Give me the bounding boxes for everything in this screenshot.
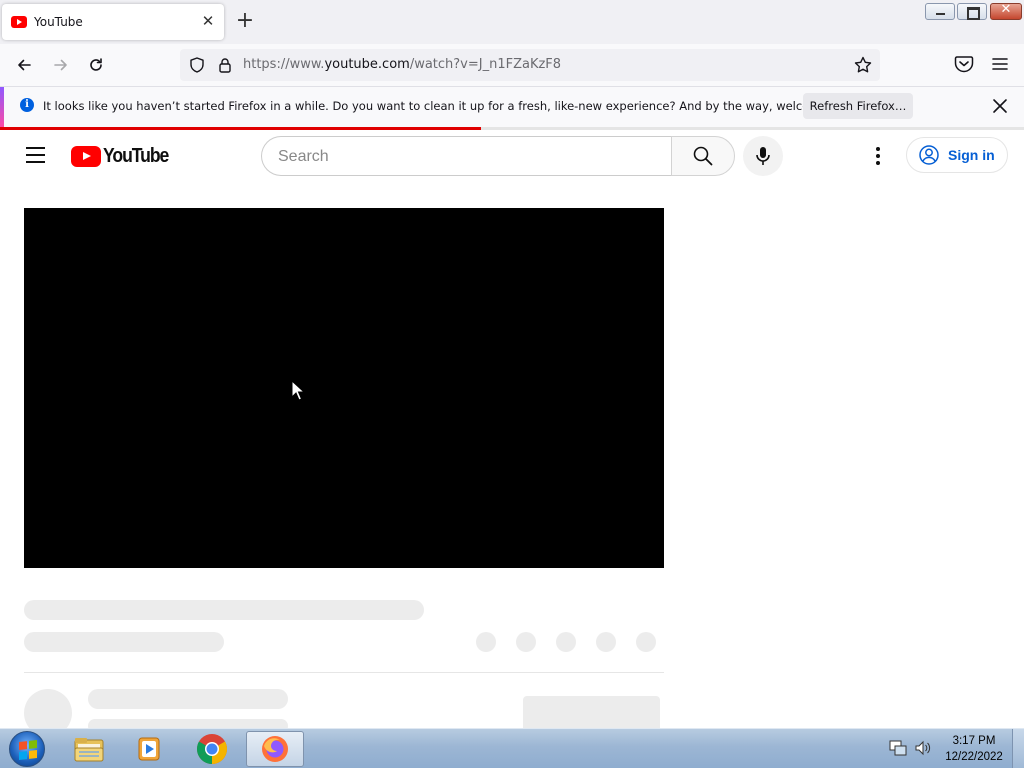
youtube-header: YouTube Sign in [0,130,1024,182]
chrome-icon [196,734,228,764]
close-window-button[interactable]: ✕ [990,2,1022,20]
lock-icon[interactable] [216,56,234,74]
back-arrow-icon [18,59,31,71]
taskbar-firefox[interactable] [246,731,304,767]
search-button[interactable] [671,136,735,176]
notification-bar: i It looks like you haven’t started Fire… [0,86,1024,128]
close-icon[interactable] [990,96,1010,116]
info-icon: i [20,98,34,112]
notification-message: It looks like you haven’t started Firefo… [43,99,864,113]
menu-icon[interactable] [989,53,1011,75]
video-player[interactable] [24,208,664,568]
shield-icon[interactable] [188,56,206,74]
skeleton-video-title [24,600,424,620]
skeleton-action-dot [596,632,616,652]
restore-window-button[interactable] [957,3,987,20]
skeleton-subscribe-button [523,696,660,732]
clock-time: 3:17 PM [952,735,996,747]
reload-button[interactable] [83,53,109,77]
sign-in-button[interactable]: Sign in [906,137,1008,173]
pocket-icon[interactable] [952,53,976,75]
skeleton-action-dot [636,632,656,652]
youtube-logo-text: YouTube [103,145,169,167]
minimize-window-button[interactable] [925,3,955,20]
more-vert-icon[interactable] [866,143,890,169]
star-icon[interactable] [853,55,873,75]
skeleton-action-dot [476,632,496,652]
search-input[interactable] [278,146,648,168]
close-tab-icon[interactable]: ✕ [200,13,216,29]
taskbar-media-player[interactable] [120,731,178,767]
taskbar-chrome[interactable] [183,731,241,767]
url-prefix: https://www. [243,57,325,72]
firefox-icon [262,736,288,762]
youtube-play-logo-icon [71,146,101,167]
url-bar[interactable]: https://www.youtube.com/watch?v=J_n1FZaK… [180,49,880,81]
start-button[interactable] [9,731,45,767]
skeleton-action-dot [556,632,576,652]
account-circle-icon [919,145,939,165]
search-box[interactable] [261,136,672,176]
taskbar: 3:17 PM 12/22/2022 [0,728,1024,768]
tab-strip: YouTube ✕ + ✕ [0,0,1024,44]
network-icon[interactable] [888,739,908,757]
url-path: /watch?v=J_n1FZaKzF8 [409,57,562,72]
notification-accent [0,87,4,128]
voice-search-button[interactable] [743,136,783,176]
folder-icon [74,738,104,762]
mouse-pointer-icon [291,380,305,401]
sign-in-label: Sign in [948,147,995,163]
youtube-logo[interactable]: YouTube [71,145,177,168]
url-text[interactable]: https://www.youtube.com/watch?v=J_n1FZaK… [243,57,561,72]
new-tab-button[interactable]: + [234,10,256,32]
search-icon [693,146,713,166]
taskbar-explorer[interactable] [60,731,118,767]
refresh-firefox-button[interactable]: Refresh Firefox… [803,93,913,119]
system-clock[interactable]: 3:17 PM 12/22/2022 [940,733,1008,765]
close-icon: ✕ [1000,2,1012,17]
youtube-favicon [11,16,27,28]
forward-button[interactable] [48,53,74,77]
forward-arrow-icon [54,59,67,71]
back-button[interactable] [11,53,37,77]
windows-logo-icon [19,740,37,760]
tab-title: YouTube [34,15,83,29]
skeleton-video-meta [24,632,224,652]
skeleton-action-dot [516,632,536,652]
microphone-icon [756,147,770,165]
show-desktop-button[interactable] [1012,729,1024,768]
media-player-icon [138,737,160,761]
clock-date: 12/22/2022 [945,751,1003,763]
skeleton-divider [24,672,664,673]
volume-icon[interactable] [914,739,932,757]
hamburger-icon[interactable] [26,147,46,163]
browser-tab-youtube[interactable]: YouTube ✕ [2,4,224,40]
url-domain: youtube.com [324,57,410,72]
navigation-toolbar: https://www.youtube.com/watch?v=J_n1FZaK… [0,44,1024,86]
skeleton-channel-name [88,689,288,709]
reload-icon [90,58,102,71]
